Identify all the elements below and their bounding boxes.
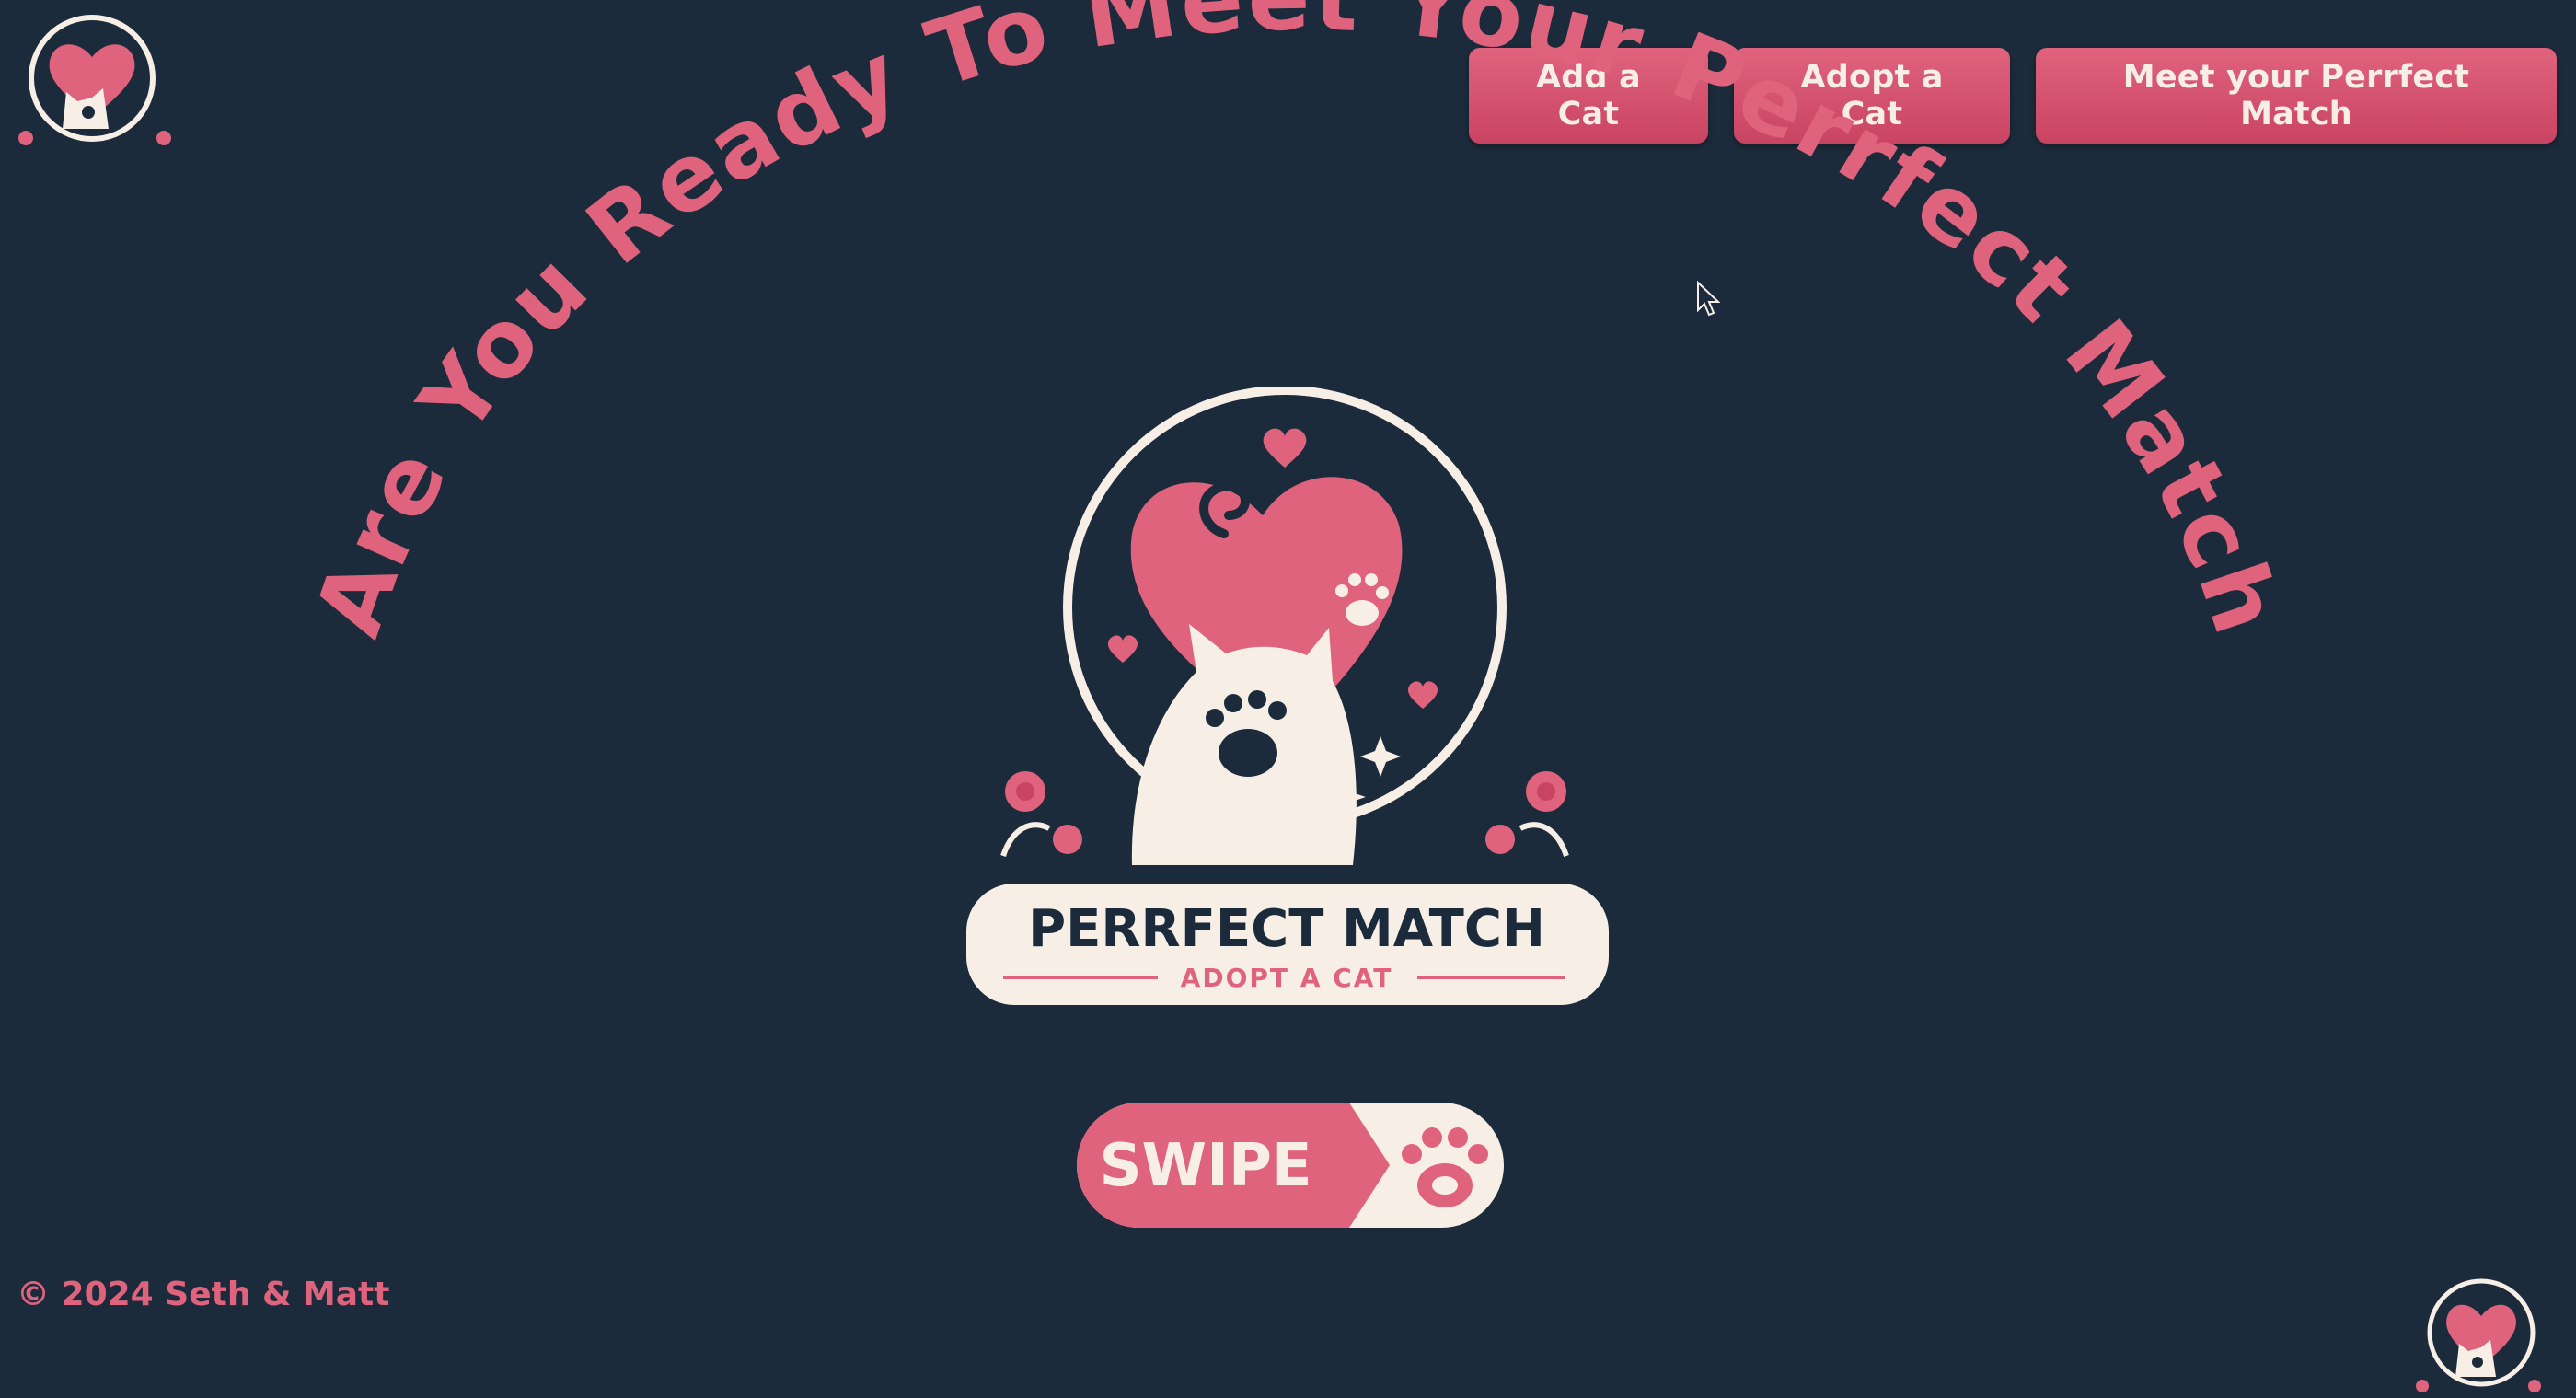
swipe-button[interactable]: SWIPE [1075, 1101, 1506, 1230]
swipe-label: SWIPE [1099, 1132, 1311, 1200]
perrfect-match-logo: PERRFECT MATCH ADOPT A CAT [966, 387, 1609, 1005]
footer-copyright: © 2024 Seth & Matt [17, 1276, 390, 1313]
cursor-icon [1697, 281, 1720, 317]
logo-subtitle: ADOPT A CAT [1181, 963, 1393, 993]
logo-title: PERRFECT MATCH [1028, 899, 1545, 959]
footer-logo [2416, 1278, 2541, 1392]
rose-icon [1000, 771, 1082, 858]
